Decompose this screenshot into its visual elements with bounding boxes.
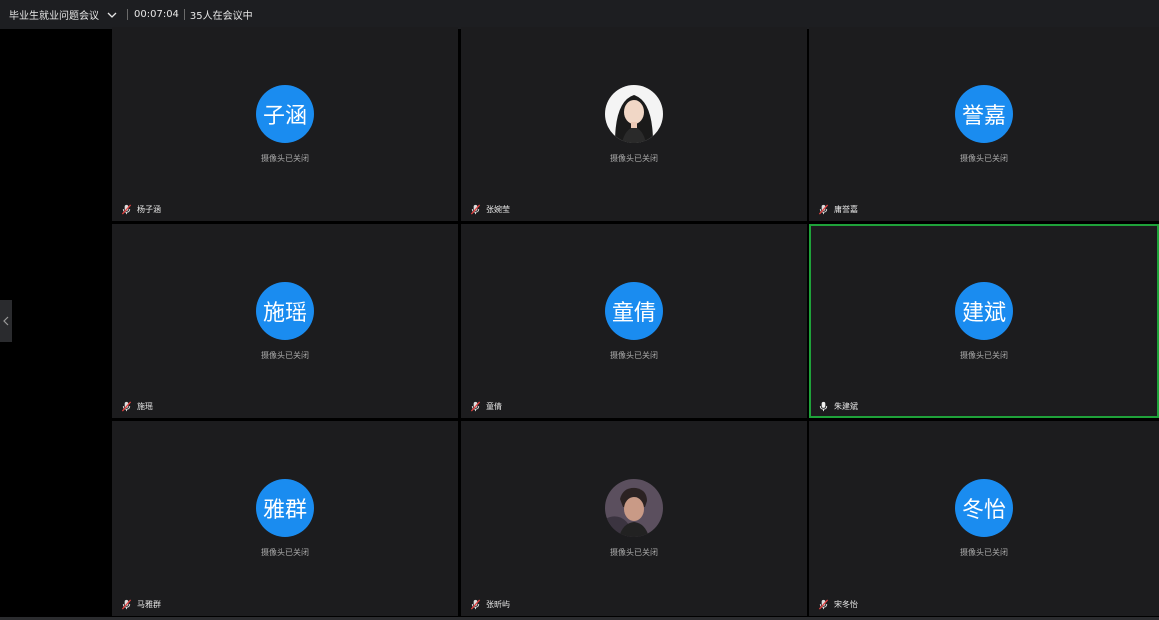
chevron-left-icon [3, 316, 9, 326]
participant-name: 张昕屿 [486, 600, 510, 609]
mic-muted-icon [121, 401, 132, 412]
mic-muted-icon [470, 401, 481, 412]
avatar-initials: 冬怡 [955, 479, 1013, 537]
avatar-initials: 童倩 [605, 282, 663, 340]
participant-tile[interactable]: 誉嘉摄像头已关闭庸誉嘉 [809, 27, 1159, 221]
participant-tile[interactable]: 施瑶 摄像头已关闭 施瑶 [112, 224, 458, 418]
participant-label: 张昕屿 [470, 599, 510, 610]
participant-label: 马雅群 [121, 599, 161, 610]
participant-tile[interactable]: 子涵摄像头已关闭杨子涵 [112, 27, 458, 221]
participant-label: 张婉莹 [470, 204, 510, 215]
camera-status-text: 摄像头已关闭 [960, 351, 1008, 360]
mic-muted-icon [470, 599, 481, 610]
avatar-initials: 雅群 [256, 479, 314, 537]
participant-name: 施瑶 [137, 402, 153, 411]
participant-name: 张婉莹 [486, 205, 510, 214]
camera-status-text: 摄像头已关闭 [960, 548, 1008, 557]
mic-on-icon [818, 401, 829, 412]
participant-name: 马雅群 [137, 600, 161, 609]
participant-label: 庸誉嘉 [818, 204, 858, 215]
participant-label: 杨子涵 [121, 204, 161, 215]
participant-name: 杨子涵 [137, 205, 161, 214]
divider [127, 9, 128, 20]
avatar-initials: 子涵 [256, 85, 314, 143]
video-grid: 子涵 摄像头已关闭 杨子涵 摄像头已关闭 张婉莹 誉嘉 摄像头已关闭 庸誉嘉 施瑶 摄像头已关闭施… [112, 27, 1159, 618]
camera-status-text: 摄像头已关闭 [610, 351, 658, 360]
participant-name: 朱建斌 [834, 402, 858, 411]
mic-muted-icon [818, 599, 829, 610]
camera-status-text: 摄像头已关闭 [610, 154, 658, 163]
participant-label: 施瑶 [121, 401, 153, 412]
avatar-initials: 建斌 [955, 282, 1013, 340]
chevron-down-icon[interactable] [107, 10, 117, 20]
mic-muted-icon [121, 204, 132, 215]
participant-tile[interactable]: 建斌摄像头已关闭朱建斌 [809, 224, 1159, 418]
meeting-topbar: 毕业生就业问题会议 00:07:04 35人在会议中 [0, 0, 1159, 29]
participant-tile[interactable]: 摄像头已关闭张昕屿 [461, 421, 807, 616]
camera-status-text: 摄像头已关闭 [261, 548, 309, 557]
mic-muted-icon [470, 204, 481, 215]
mic-muted-icon [818, 204, 829, 215]
participant-name: 童倩 [486, 402, 502, 411]
avatar-photo [605, 85, 663, 143]
participant-tile[interactable]: 摄像头已关闭张婉莹 [461, 27, 807, 221]
camera-status-text: 摄像头已关闭 [610, 548, 658, 557]
mic-muted-icon [121, 599, 132, 610]
camera-status-text: 摄像头已关闭 [960, 154, 1008, 163]
left-panel [0, 29, 112, 620]
avatar-initials: 施瑶 [256, 282, 314, 340]
avatar-initials: 誉嘉 [955, 85, 1013, 143]
camera-status-text: 摄像头已关闭 [261, 154, 309, 163]
participant-tile[interactable]: 冬怡摄像头已关闭宋冬怡 [809, 421, 1159, 616]
participant-label: 童倩 [470, 401, 502, 412]
participant-tile[interactable]: 雅群摄像头已关闭马雅群 [112, 421, 458, 616]
meeting-title[interactable]: 毕业生就业问题会议 [9, 7, 99, 22]
participant-label: 宋冬怡 [818, 599, 858, 610]
participant-name: 宋冬怡 [834, 600, 858, 609]
meeting-timer: 00:07:04 [134, 9, 179, 20]
participant-label: 朱建斌 [818, 401, 858, 412]
camera-status-text: 摄像头已关闭 [261, 351, 309, 360]
divider [183, 9, 185, 20]
participant-name: 庸誉嘉 [834, 205, 858, 214]
avatar-photo [605, 479, 663, 537]
participant-tile[interactable]: 童倩 摄像头已关闭 童倩 [461, 224, 807, 418]
participant-count[interactable]: 35人在会议中 [190, 7, 253, 22]
expand-panel-button[interactable] [0, 300, 12, 342]
